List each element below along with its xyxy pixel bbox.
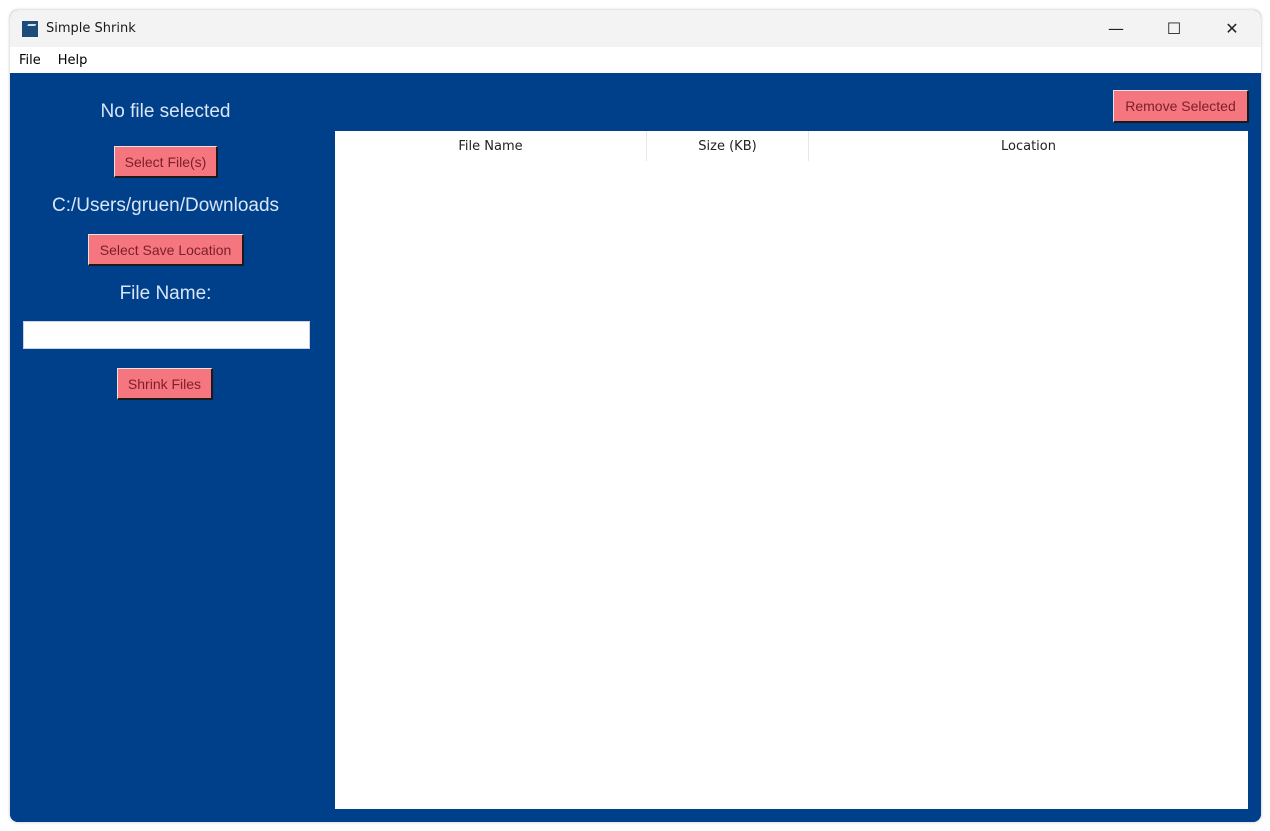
save-path-label: C:/Users/gruen/Downloads — [51, 195, 280, 216]
column-header-size[interactable]: Size (KB) — [647, 131, 809, 161]
file-name-label: File Name: — [119, 283, 212, 304]
maximize-icon: ☐ — [1166, 19, 1182, 38]
menu-bar: File Help — [10, 47, 1261, 73]
app-icon — [22, 20, 38, 37]
file-table[interactable]: File Name Size (KB) Location — [335, 131, 1248, 809]
select-files-button[interactable]: Select File(s) — [114, 146, 218, 178]
minimize-icon: — — [1108, 19, 1124, 38]
file-name-input[interactable] — [23, 321, 310, 349]
select-save-location-button[interactable]: Select Save Location — [88, 234, 244, 266]
menu-help[interactable]: Help — [41, 53, 88, 68]
table-header: File Name Size (KB) Location — [335, 131, 1248, 161]
menu-file[interactable]: File — [10, 53, 41, 68]
minimize-button[interactable]: — — [1087, 10, 1145, 47]
close-icon: ✕ — [1225, 19, 1239, 38]
remove-selected-button[interactable]: Remove Selected — [1113, 90, 1249, 123]
title-bar: Simple Shrink — ☐ ✕ — [10, 10, 1261, 47]
close-button[interactable]: ✕ — [1203, 10, 1261, 47]
shrink-files-button[interactable]: Shrink Files — [117, 368, 213, 400]
window-controls: — ☐ ✕ — [1087, 10, 1261, 47]
maximize-button[interactable]: ☐ — [1145, 10, 1203, 47]
window-title: Simple Shrink — [46, 21, 136, 36]
main-content: No file selected Select File(s) C:/Users… — [10, 73, 1261, 822]
app-window: Simple Shrink — ☐ ✕ File Help No file se… — [10, 10, 1261, 822]
column-header-location[interactable]: Location — [809, 131, 1248, 161]
column-header-file-name[interactable]: File Name — [335, 131, 647, 161]
file-status-label: No file selected — [100, 101, 231, 122]
